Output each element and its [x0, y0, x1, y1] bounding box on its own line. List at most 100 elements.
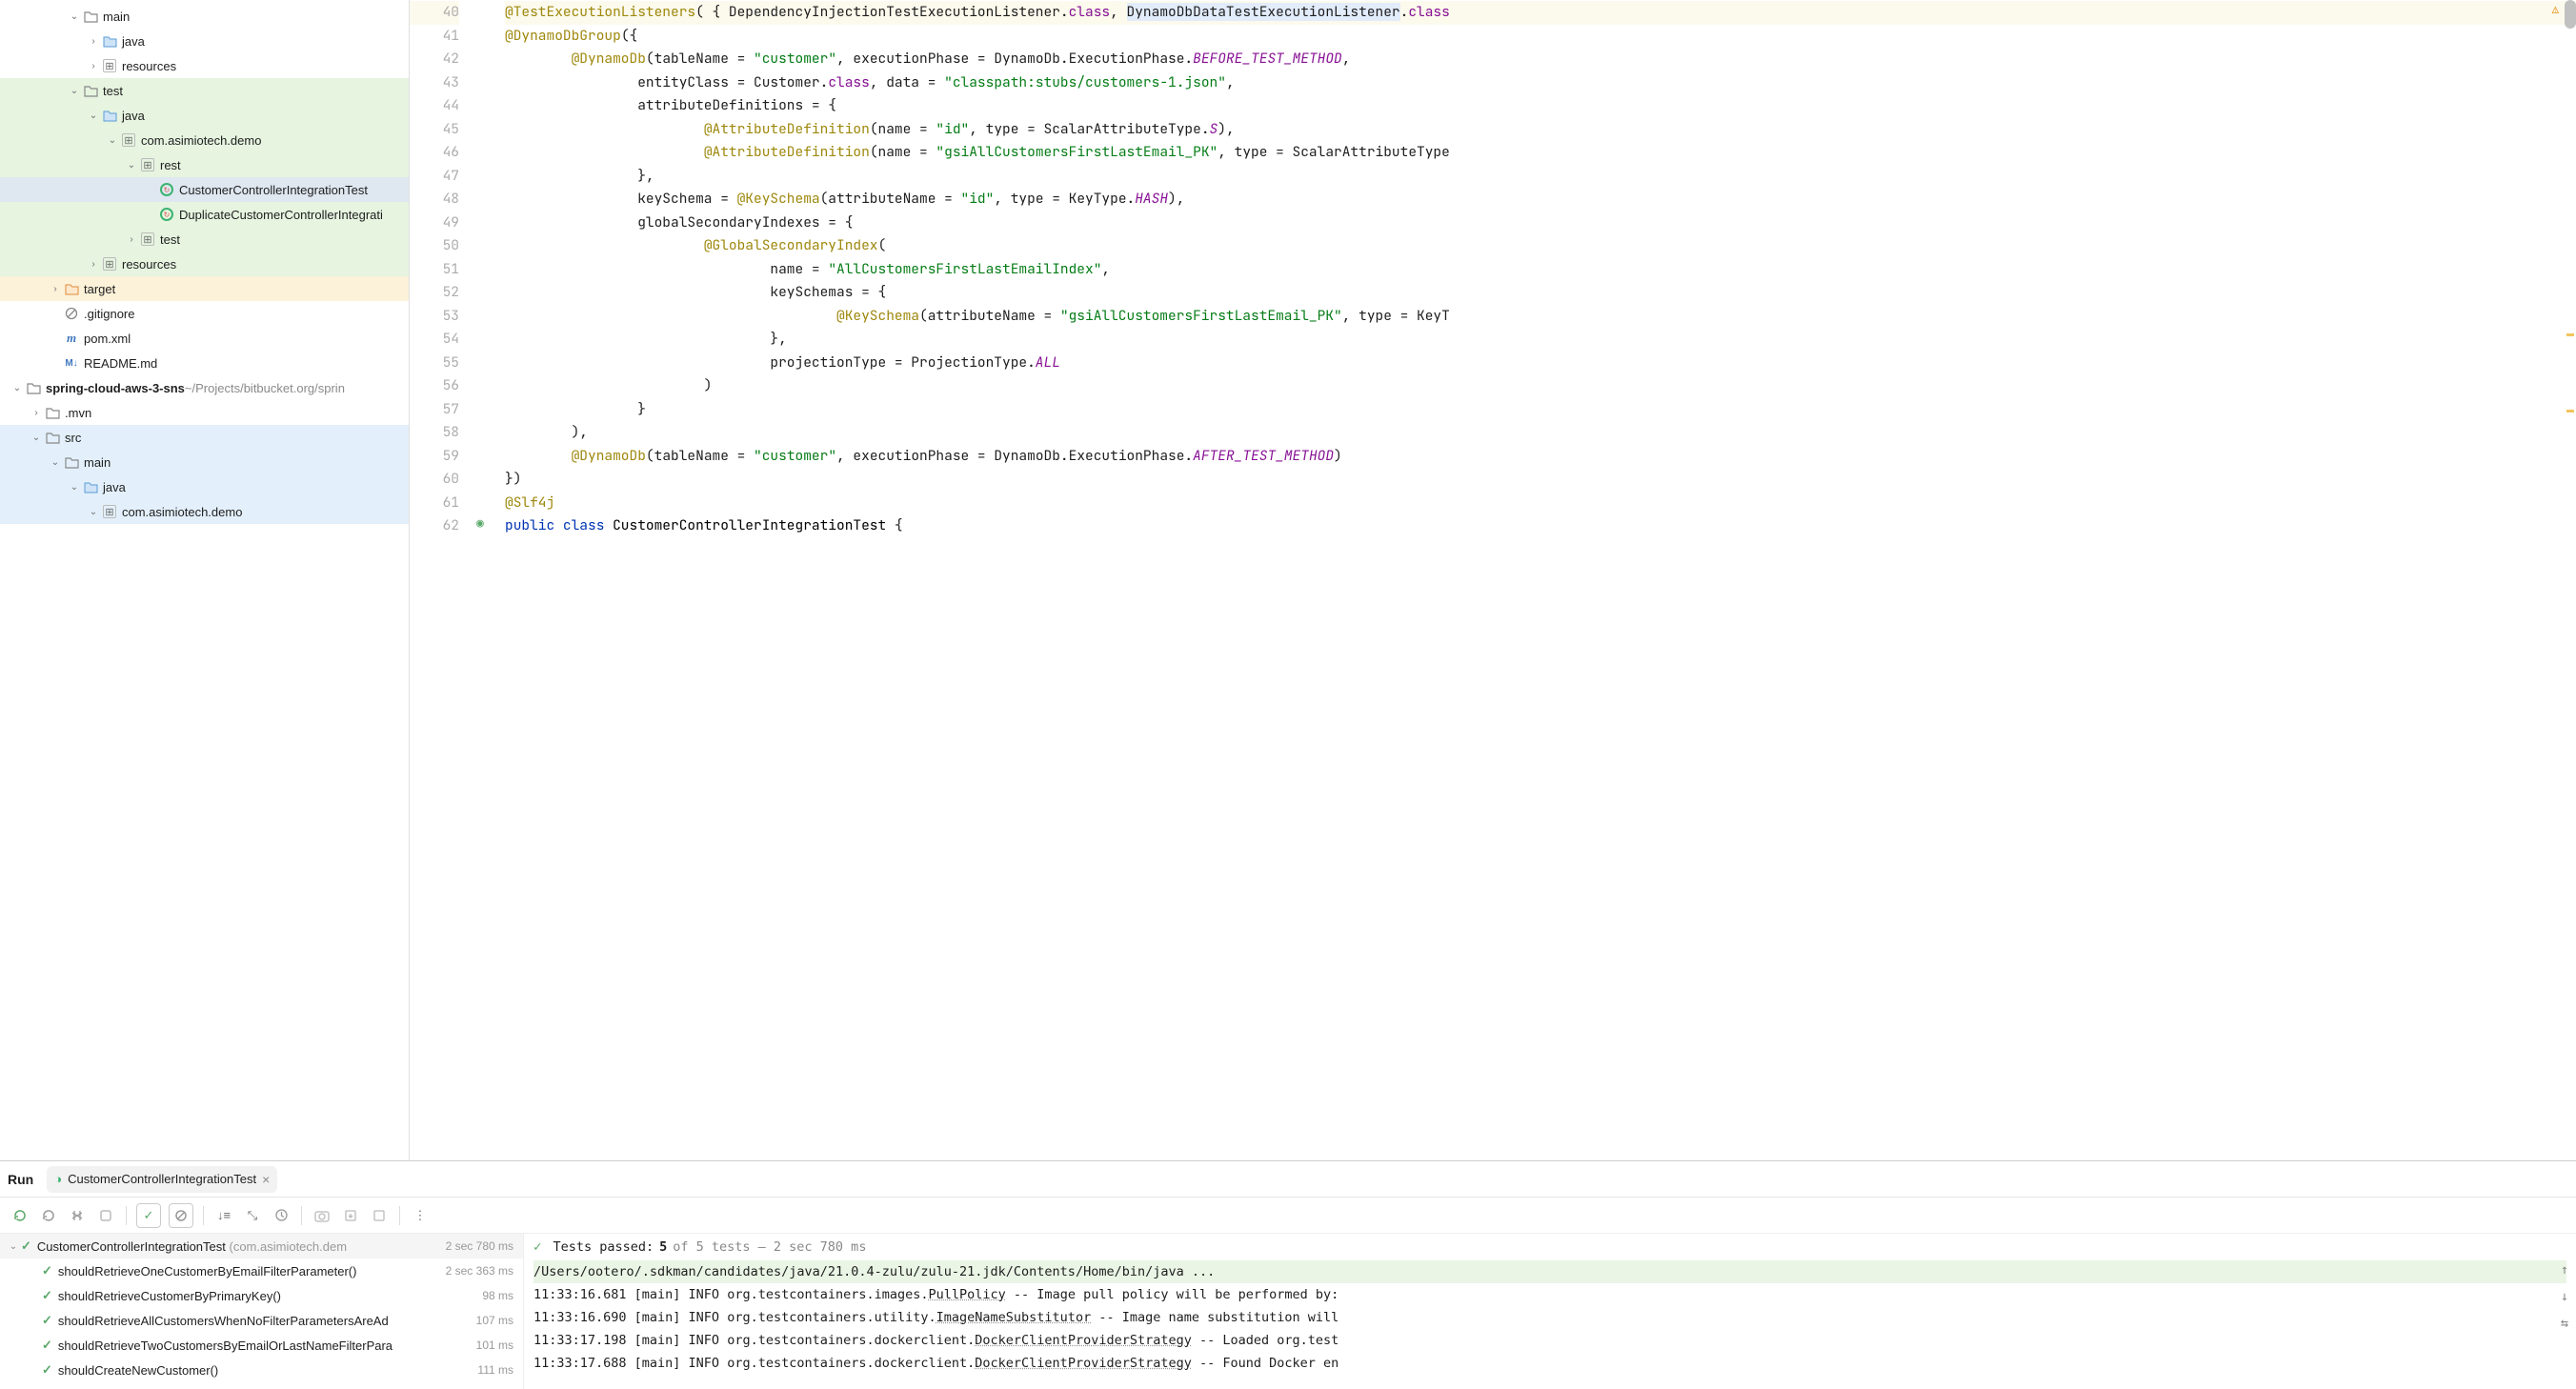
tree-item[interactable]: ↻DuplicateCustomerControllerIntegrati: [0, 202, 409, 227]
test-results-tree[interactable]: ⌄✓CustomerControllerIntegrationTest (com…: [0, 1234, 524, 1389]
code-editor[interactable]: 4041424344454647484950515253545556575859…: [410, 0, 2576, 1160]
chevron-icon[interactable]: ›: [86, 259, 101, 270]
show-ignored-icon[interactable]: [169, 1203, 193, 1228]
export-icon[interactable]: [369, 1205, 390, 1226]
camera-icon[interactable]: [312, 1205, 332, 1226]
tree-item[interactable]: ⌄java: [0, 103, 409, 128]
code-line[interactable]: @AttributeDefinition(name = "gsiAllCusto…: [505, 141, 2576, 165]
test-row[interactable]: ✓shouldRetrieveOneCustomerByEmailFilterP…: [0, 1258, 523, 1283]
console-line[interactable]: /Users/ootero/.sdkman/candidates/java/21…: [533, 1260, 2566, 1283]
code-line[interactable]: @AttributeDefinition(name = "id", type =…: [505, 118, 2576, 142]
tree-item[interactable]: ⌄⊞com.asimiotech.demo: [0, 128, 409, 152]
tree-item[interactable]: ›.mvn: [0, 400, 409, 425]
code-line[interactable]: keySchema = @KeySchema(attributeName = "…: [505, 188, 2576, 211]
test-row[interactable]: ⌄✓CustomerControllerIntegrationTest (com…: [0, 1234, 523, 1258]
code-line[interactable]: attributeDefinitions = {: [505, 94, 2576, 118]
code-line[interactable]: keySchemas = {: [505, 281, 2576, 305]
tree-item[interactable]: ↻CustomerControllerIntegrationTest: [0, 177, 409, 202]
tree-item[interactable]: ⌄main: [0, 4, 409, 29]
code-line[interactable]: entityClass = Customer.class, data = "cl…: [505, 71, 2576, 95]
close-tab-icon[interactable]: ×: [262, 1172, 270, 1187]
test-row[interactable]: ✓shouldRetrieveCustomerByPrimaryKey()98 …: [0, 1283, 523, 1308]
more-icon[interactable]: ⋮: [410, 1205, 431, 1226]
run-tool-label[interactable]: Run: [8, 1172, 33, 1187]
code-line[interactable]: @DynamoDb(tableName = "customer", execut…: [505, 445, 2576, 469]
code-line[interactable]: }: [505, 398, 2576, 422]
chevron-icon[interactable]: ›: [124, 234, 139, 245]
tree-item[interactable]: ⌄test: [0, 78, 409, 103]
tree-item[interactable]: ›⊞resources: [0, 53, 409, 78]
rerun-icon[interactable]: [10, 1205, 30, 1226]
console-line[interactable]: 11:33:17.688 [main] INFO org.testcontain…: [533, 1352, 2566, 1375]
warning-badge[interactable]: ⚠︎: [2552, 2, 2559, 17]
chevron-icon[interactable]: ⌄: [124, 160, 139, 171]
chevron-icon[interactable]: ⌄: [67, 11, 82, 22]
code-line[interactable]: @KeySchema(attributeName = "gsiAllCustom…: [505, 305, 2576, 329]
chevron-icon[interactable]: ›: [86, 36, 101, 47]
code-line[interactable]: @DynamoDbGroup({: [505, 25, 2576, 49]
code-line[interactable]: }): [505, 468, 2576, 492]
show-passed-icon[interactable]: ✓: [136, 1203, 161, 1228]
tree-item[interactable]: ›⊞test: [0, 227, 409, 252]
run-config-tab[interactable]: ◑ CustomerControllerIntegrationTest ×: [47, 1166, 277, 1193]
chevron-icon[interactable]: ⌄: [29, 433, 44, 443]
code-line[interactable]: },: [505, 165, 2576, 189]
scroll-up-icon[interactable]: ↑: [2561, 1262, 2568, 1278]
vertical-scrollbar[interactable]: [2565, 0, 2576, 29]
test-row[interactable]: ✓shouldRetrieveAllCustomersWhenNoFilterP…: [0, 1308, 523, 1333]
code-line[interactable]: @GlobalSecondaryIndex(: [505, 234, 2576, 258]
chevron-icon[interactable]: ⌄: [67, 86, 82, 96]
chevron-icon[interactable]: ⌄: [67, 482, 82, 493]
test-row[interactable]: ✓shouldCreateNewCustomer()111 ms: [0, 1358, 523, 1382]
tree-item[interactable]: ⌄main: [0, 450, 409, 474]
tree-item[interactable]: ›target: [0, 276, 409, 301]
code-line[interactable]: ): [505, 374, 2576, 398]
code-line[interactable]: @Slf4j: [505, 492, 2576, 515]
test-console[interactable]: ✓ Tests passed: 5 of 5 tests – 2 sec 780…: [524, 1234, 2576, 1389]
chevron-icon[interactable]: ›: [48, 284, 63, 294]
tree-item[interactable]: ⌄spring-cloud-aws-3-sns ~/Projects/bitbu…: [0, 375, 409, 400]
tree-item[interactable]: M↓README.md: [0, 351, 409, 375]
run-gutter-icon[interactable]: ◉: [476, 513, 505, 537]
stop-icon[interactable]: [95, 1205, 116, 1226]
chevron-icon[interactable]: ⌄: [86, 111, 101, 121]
console-line[interactable]: 11:33:16.690 [main] INFO org.testcontain…: [533, 1306, 2566, 1329]
code-line[interactable]: @DynamoDb(tableName = "customer", execut…: [505, 48, 2576, 71]
tree-item[interactable]: ⌄java: [0, 474, 409, 499]
chevron-icon[interactable]: ›: [29, 408, 44, 418]
code-line[interactable]: @TestExecutionListeners( { DependencyInj…: [505, 1, 2576, 25]
code-line[interactable]: globalSecondaryIndexes = {: [505, 211, 2576, 235]
history-icon[interactable]: [271, 1205, 292, 1226]
code-line[interactable]: public class CustomerControllerIntegrati…: [505, 514, 2576, 538]
code-line[interactable]: name = "AllCustomersFirstLastEmailIndex"…: [505, 258, 2576, 282]
tree-item-label: README.md: [84, 356, 157, 371]
code-line[interactable]: ),: [505, 421, 2576, 445]
chevron-icon[interactable]: ›: [86, 61, 101, 71]
warning-stripe[interactable]: [2566, 410, 2574, 413]
console-line[interactable]: 11:33:17.198 [main] INFO org.testcontain…: [533, 1329, 2566, 1352]
warning-stripe[interactable]: [2566, 333, 2574, 336]
code-line[interactable]: },: [505, 328, 2576, 352]
import-icon[interactable]: [340, 1205, 361, 1226]
tree-item[interactable]: ›java: [0, 29, 409, 53]
test-row[interactable]: ✓shouldRetrieveTwoCustomersByEmailOrLast…: [0, 1333, 523, 1358]
tree-item[interactable]: ⌄src: [0, 425, 409, 450]
tree-item[interactable]: ⌄⊞rest: [0, 152, 409, 177]
tree-item[interactable]: .gitignore: [0, 301, 409, 326]
tree-item[interactable]: ⌄⊞com.asimiotech.demo: [0, 499, 409, 524]
sort-icon[interactable]: ↓≡: [213, 1205, 234, 1226]
chevron-icon[interactable]: ⌄: [105, 135, 120, 146]
scroll-down-icon[interactable]: ↓: [2561, 1289, 2568, 1304]
console-line[interactable]: 11:33:16.681 [main] INFO org.testcontain…: [533, 1283, 2566, 1306]
chevron-icon[interactable]: ⌄: [48, 457, 63, 468]
chevron-icon[interactable]: ⌄: [10, 383, 25, 393]
soft-wrap-icon[interactable]: ⇆: [2561, 1316, 2568, 1331]
tree-item[interactable]: ›⊞resources: [0, 252, 409, 276]
rerun-failed-icon[interactable]: [38, 1205, 59, 1226]
expand-icon[interactable]: ⤡: [242, 1205, 263, 1226]
chevron-icon[interactable]: ⌄: [86, 507, 101, 517]
toggle-auto-test-icon[interactable]: [67, 1205, 88, 1226]
code-line[interactable]: projectionType = ProjectionType.ALL: [505, 352, 2576, 375]
tree-item[interactable]: mpom.xml: [0, 326, 409, 351]
project-tree[interactable]: ⌄main›java›⊞resources⌄test⌄java⌄⊞com.asi…: [0, 0, 410, 1160]
